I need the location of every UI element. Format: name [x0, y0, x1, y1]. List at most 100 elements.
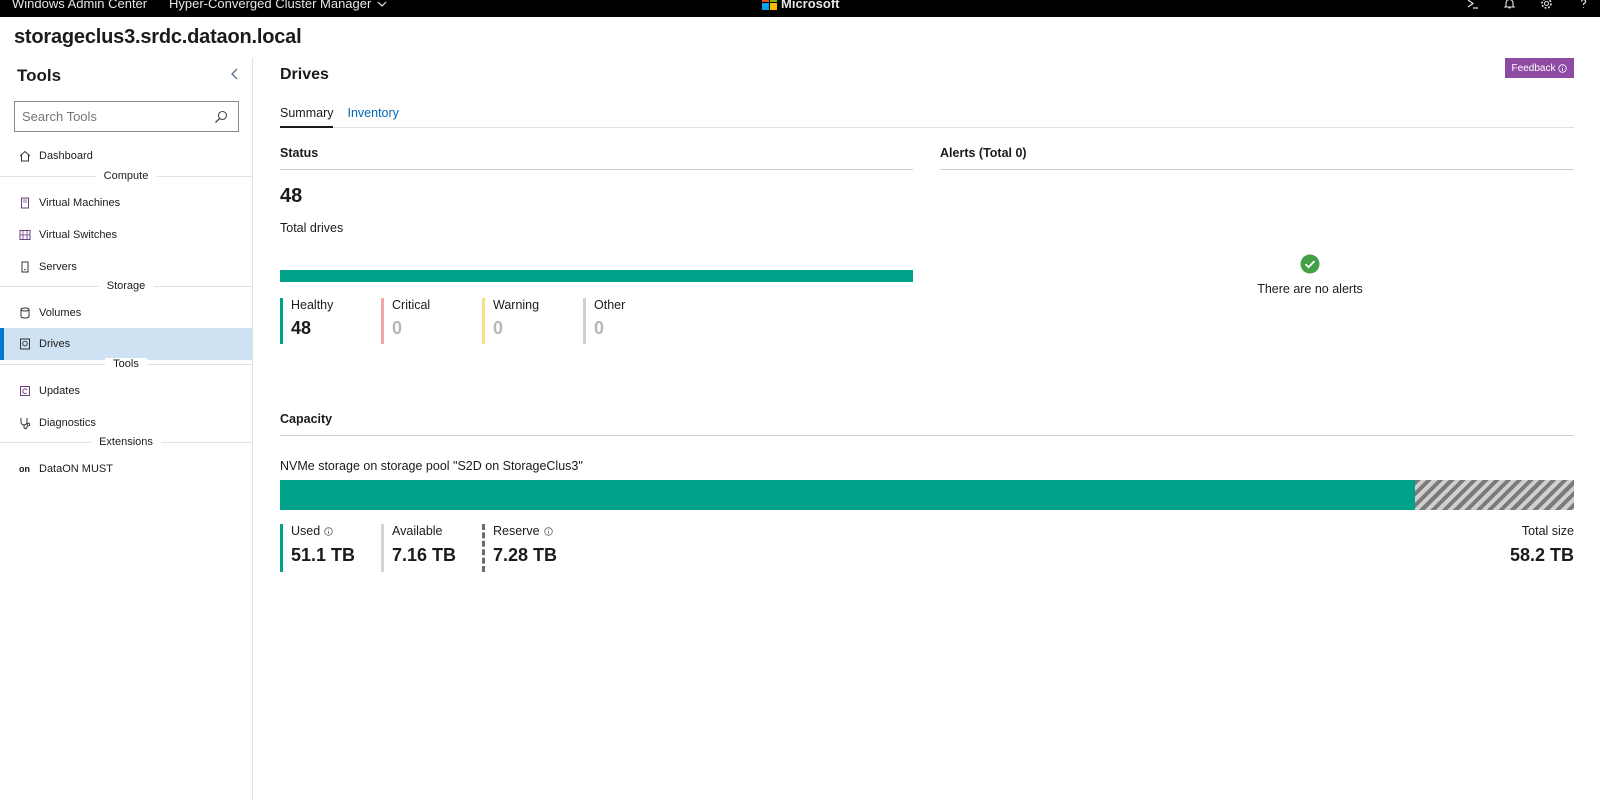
healthy-fill [280, 270, 913, 282]
capacity-bar [280, 480, 1574, 510]
available-label: Available [392, 524, 443, 538]
chevron-left-icon[interactable] [228, 67, 242, 81]
sidebar-item-label: DataON MUST [39, 463, 113, 475]
volume-icon [20, 307, 30, 319]
info-icon[interactable] [324, 526, 333, 536]
brand: Microsoft [762, 0, 840, 11]
capacity-title: Capacity [280, 412, 333, 426]
solution-label: Hyper-Converged Cluster Manager [169, 0, 372, 11]
sidebar-item-label: Servers [39, 261, 77, 273]
reserve-label: Reserve [493, 524, 540, 538]
reserve-value: 7.28 TB [493, 545, 558, 565]
tab-summary[interactable]: Summary [280, 106, 334, 128]
vm-icon [21, 197, 29, 209]
total-drives-label: Total drives [280, 221, 344, 235]
available-value: 7.16 TB [392, 545, 457, 565]
stat-label: Critical [392, 298, 431, 312]
capacity-used-fill [280, 480, 1415, 510]
help-icon[interactable] [1577, 0, 1590, 10]
status-divider [280, 169, 913, 170]
sidebar-item-dashboard[interactable]: Dashboard [0, 140, 252, 172]
status-title: Status [280, 146, 319, 160]
switch-icon [19, 230, 31, 240]
search-icon[interactable] [214, 110, 228, 124]
capacity-divider [280, 435, 1574, 436]
page-title: Drives [280, 66, 329, 83]
total-drives-count: 48 [280, 185, 303, 207]
capacity-used: Used 51.1 TB [280, 524, 355, 572]
stat-value: 0 [392, 318, 403, 338]
stat-value: 48 [291, 318, 312, 338]
gear-icon[interactable] [1540, 0, 1553, 10]
nav-group-label: Extensions [91, 436, 161, 448]
drive-health-bar [280, 270, 913, 282]
alerts-divider [940, 169, 1574, 170]
nav-group-compute: Compute [0, 170, 252, 182]
solution-switcher[interactable]: Hyper-Converged Cluster Manager [169, 0, 387, 11]
sidebar-item-dataon-must[interactable]: on DataON MUST [0, 453, 252, 485]
stat-warning: Warning 0 [482, 298, 572, 344]
tools-title: Tools [17, 66, 62, 85]
capacity-reserve: Reserve 7.28 TB [482, 524, 557, 572]
stat-critical: Critical 0 [381, 298, 471, 344]
bell-icon[interactable] [1503, 0, 1516, 10]
sidebar-item-drives[interactable]: Drives [0, 328, 252, 360]
sidebar-item-label: Diagnostics [39, 417, 96, 429]
nav-group-storage: Storage [0, 280, 252, 292]
sidebar-item-virtual-switches[interactable]: Virtual Switches [0, 219, 252, 251]
powershell-icon[interactable] [1466, 0, 1479, 10]
search-input[interactable] [15, 102, 205, 131]
sidebar-item-label: Updates [39, 385, 80, 397]
check-circle-icon [1300, 254, 1320, 274]
total-size-value: 58.2 TB [1509, 545, 1574, 565]
stat-label: Warning [493, 298, 540, 312]
stat-healthy: Healthy 48 [280, 298, 370, 344]
used-value: 51.1 TB [291, 545, 356, 565]
sidebar-item-servers[interactable]: Servers [0, 251, 252, 283]
sidebar-item-volumes[interactable]: Volumes [0, 297, 252, 329]
sidebar-item-label: Virtual Machines [39, 197, 121, 209]
stethoscope-icon [20, 418, 31, 429]
nav-group-tools: Tools [0, 358, 252, 370]
top-bar-actions [1466, 0, 1590, 10]
app-title[interactable]: Windows Admin Center [12, 0, 147, 11]
stat-label: Healthy [291, 298, 334, 312]
nav-group-label: Compute [95, 170, 157, 182]
brand-label: Microsoft [781, 0, 840, 11]
sidebar-item-label: Virtual Switches [39, 229, 118, 241]
info-icon [1558, 63, 1568, 73]
total-size-label: Total size [1521, 524, 1574, 538]
sidebar-item-updates[interactable]: Updates [0, 375, 252, 407]
server-icon [21, 261, 29, 273]
info-icon[interactable] [543, 526, 553, 536]
capacity-reserve-fill [1414, 480, 1574, 510]
capacity-total: Total size 58.2 TB [1510, 524, 1574, 566]
tab-inventory[interactable]: Inventory [347, 106, 398, 128]
microsoft-logo-icon [762, 0, 777, 10]
no-alerts-message: There are no alerts [1257, 282, 1363, 296]
feedback-button[interactable]: Feedback [1505, 58, 1574, 78]
stat-value: 0 [594, 318, 605, 338]
home-icon [19, 150, 31, 162]
search-box [14, 101, 239, 132]
sidebar-item-virtual-machines[interactable]: Virtual Machines [0, 187, 252, 219]
sidebar-item-diagnostics[interactable]: Diagnostics [0, 407, 252, 439]
sidebar-item-label: Drives [39, 338, 71, 350]
updates-icon [20, 386, 30, 396]
dataon-logo-icon: on [19, 464, 30, 474]
connection-name: storageclus3.srdc.dataon.local [14, 26, 302, 48]
nav-group-label: Tools [105, 358, 147, 370]
stat-label: Other [594, 298, 626, 312]
drive-icon [20, 338, 30, 350]
top-bar: Windows Admin Center Hyper-Converged Clu… [0, 0, 1600, 17]
capacity-available: Available 7.16 TB [381, 524, 456, 572]
tab-bar: Summary Inventory [280, 106, 1574, 128]
tools-sidebar: Tools Dashboard Compute Virtual Machines… [0, 58, 253, 800]
sidebar-item-label: Volumes [39, 307, 82, 319]
stat-value: 0 [493, 318, 504, 338]
nav-group-label: Storage [98, 280, 154, 292]
storage-pool-label: NVMe storage on storage pool "S2D on Sto… [280, 459, 583, 473]
stat-other: Other 0 [583, 298, 673, 344]
sidebar-item-label: Dashboard [39, 150, 93, 162]
used-label: Used [291, 524, 321, 538]
